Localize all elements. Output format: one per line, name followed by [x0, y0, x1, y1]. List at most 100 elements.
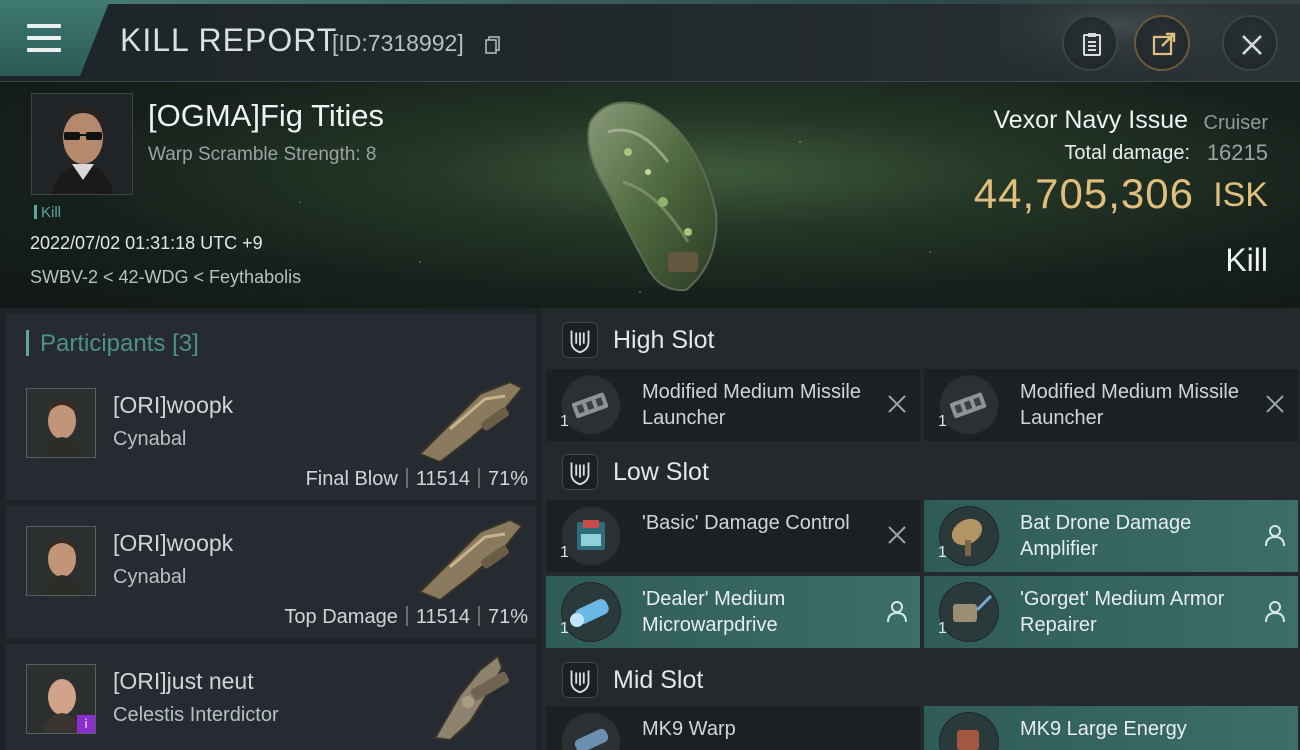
slot-label: Mid Slot — [613, 666, 704, 694]
damage-control-icon — [561, 506, 621, 566]
participant-avatar[interactable]: i — [26, 664, 96, 734]
module-item[interactable]: 1 'Gorget' Medium Armor Repairer — [924, 576, 1298, 648]
destroyed-x-icon — [888, 526, 906, 544]
participant-avatar[interactable] — [26, 526, 96, 596]
missile-launcher-icon — [561, 375, 621, 435]
mid-slot-header: Mid Slot — [542, 648, 1300, 710]
person-icon — [1265, 525, 1285, 547]
menu-icon[interactable] — [27, 24, 63, 52]
clipboard-button[interactable] — [1062, 15, 1118, 71]
participant-ship: Cynabal — [113, 566, 187, 588]
destroyed-x-icon — [1266, 395, 1284, 413]
participants-count: [3] — [172, 330, 199, 357]
participant-percent: 71% — [487, 468, 528, 490]
page-title: KILL REPORT — [120, 22, 338, 58]
armor-repairer-icon — [939, 582, 999, 642]
victim-ship-image[interactable] — [568, 92, 738, 292]
fittings-panel: High Slot 1 Modified Medium Missile Laun… — [542, 308, 1300, 750]
top-bar: KILL REPORT [ID:7318992] — [0, 0, 1300, 82]
module-name: MK9 Large Energy — [1020, 718, 1187, 740]
participant-avatar[interactable] — [26, 388, 96, 458]
copy-icon[interactable] — [485, 36, 501, 54]
participant-role: Top Damage — [284, 606, 398, 628]
missile-launcher-icon — [939, 375, 999, 435]
module-name: Modified Medium Missile Launcher — [642, 381, 861, 429]
person-icon — [887, 601, 907, 623]
low-slot-header: Low Slot — [542, 440, 1300, 502]
destroyed-x-icon — [888, 395, 906, 413]
drone-amplifier-icon — [939, 506, 999, 566]
participant-damage: 11514 — [415, 468, 470, 490]
module-name: Modified Medium Missile Launcher — [1020, 381, 1239, 429]
participant-name[interactable]: [ORI]woopk — [113, 392, 233, 419]
participants-panel: Participants [3] [ORI]woopk Cynabal Fina… — [0, 308, 542, 750]
kill-report-screen: KILL REPORT [ID:7318992] [OGMA]Fig Titie… — [0, 0, 1300, 750]
participant-stats: Final Blow 11514 71% — [306, 468, 528, 491]
module-item[interactable]: 1 Modified Medium Missile Launcher — [924, 369, 1298, 441]
participant-role: Final Blow — [305, 468, 398, 490]
total-damage-label: Total damage: — [1064, 142, 1190, 164]
share-icon — [1152, 32, 1176, 56]
kill-id: [ID:7318992] — [332, 30, 464, 56]
participant-ship-image — [418, 380, 524, 464]
module-item[interactable]: 1 'Basic' Damage Control — [546, 500, 920, 572]
stat-separator — [477, 468, 480, 488]
slot-label: Low Slot — [613, 458, 709, 486]
victim-portrait[interactable] — [31, 93, 133, 195]
close-icon — [1242, 35, 1262, 55]
module-name: Bat Drone Damage Amplifier — [1020, 512, 1192, 560]
module-item[interactable]: MK9 Large Energy — [924, 706, 1298, 750]
participants-title: Participants [3] — [40, 330, 199, 358]
slot-label: High Slot — [613, 326, 715, 354]
module-item[interactable]: MK9 Warp — [546, 706, 920, 750]
module-item[interactable]: 1 Bat Drone Damage Amplifier — [924, 500, 1298, 572]
kill-location[interactable]: SWBV-2 < 42-WDG < Feythabolis — [30, 267, 301, 288]
participant-percent: 71% — [487, 606, 528, 628]
module-quantity: 1 — [938, 544, 947, 561]
participant-portrait — [27, 527, 95, 595]
module-name: 'Dealer' Medium Microwarpdrive — [642, 588, 786, 636]
shield-slot-icon — [562, 322, 598, 358]
warp-module-icon — [561, 712, 621, 750]
victim-name[interactable]: [OGMA]Fig Tities — [148, 98, 384, 134]
module-name: 'Gorget' Medium Armor Repairer — [1020, 588, 1225, 636]
energy-module-icon — [939, 712, 999, 750]
module-quantity: 1 — [560, 544, 569, 561]
stat-separator — [405, 606, 408, 626]
stat-separator — [405, 468, 408, 488]
participant-stats: Top Damage 11514 71% — [284, 606, 528, 629]
module-name: 'Basic' Damage Control — [642, 512, 850, 534]
kill-result-label: Kill — [1225, 242, 1268, 278]
header-accent-bar — [26, 330, 29, 356]
ship-name[interactable]: Vexor Navy Issue — [993, 106, 1188, 135]
module-item[interactable]: 1 'Dealer' Medium Microwarpdrive — [546, 576, 920, 648]
kill-tag: Kill — [34, 204, 61, 221]
victim-banner: [OGMA]Fig Tities Warp Scramble Strength:… — [0, 82, 1300, 308]
module-item[interactable]: 1 Modified Medium Missile Launcher — [546, 369, 920, 441]
participant-name[interactable]: [ORI]just neut — [113, 668, 254, 695]
high-slot-header: High Slot — [542, 308, 1300, 370]
participant-damage: 11514 — [415, 606, 470, 628]
total-damage-value: 16215 — [1206, 140, 1268, 165]
victim-avatar — [32, 94, 132, 194]
warp-scramble-strength: Warp Scramble Strength: 8 — [148, 144, 377, 165]
share-button[interactable] — [1134, 15, 1190, 71]
isk-unit: ISK — [1213, 176, 1268, 214]
microwarpdrive-icon — [561, 582, 621, 642]
module-quantity: 1 — [938, 413, 947, 430]
participant-ship-image — [433, 654, 510, 740]
person-icon — [1265, 601, 1285, 623]
ship-class: Cruiser — [1203, 112, 1268, 134]
module-name: MK9 Warp — [642, 718, 736, 740]
participant-row[interactable]: [ORI]woopk Cynabal Final Blow 11514 71% — [6, 368, 536, 500]
isk-value: 44,705,306 — [973, 170, 1194, 217]
module-quantity: 1 — [560, 620, 569, 637]
participant-ship: Cynabal — [113, 428, 187, 450]
kill-datetime: 2022/07/02 01:31:18 UTC +9 — [30, 233, 263, 253]
close-button[interactable] — [1222, 15, 1278, 71]
info-badge-icon: i — [77, 715, 95, 733]
participant-name[interactable]: [ORI]woopk — [113, 530, 233, 557]
participant-row[interactable]: i [ORI]just neut Celestis Interdictor — [6, 644, 536, 750]
participant-row[interactable]: [ORI]woopk Cynabal Top Damage 11514 71% — [6, 506, 536, 638]
participant-portrait — [27, 389, 95, 457]
